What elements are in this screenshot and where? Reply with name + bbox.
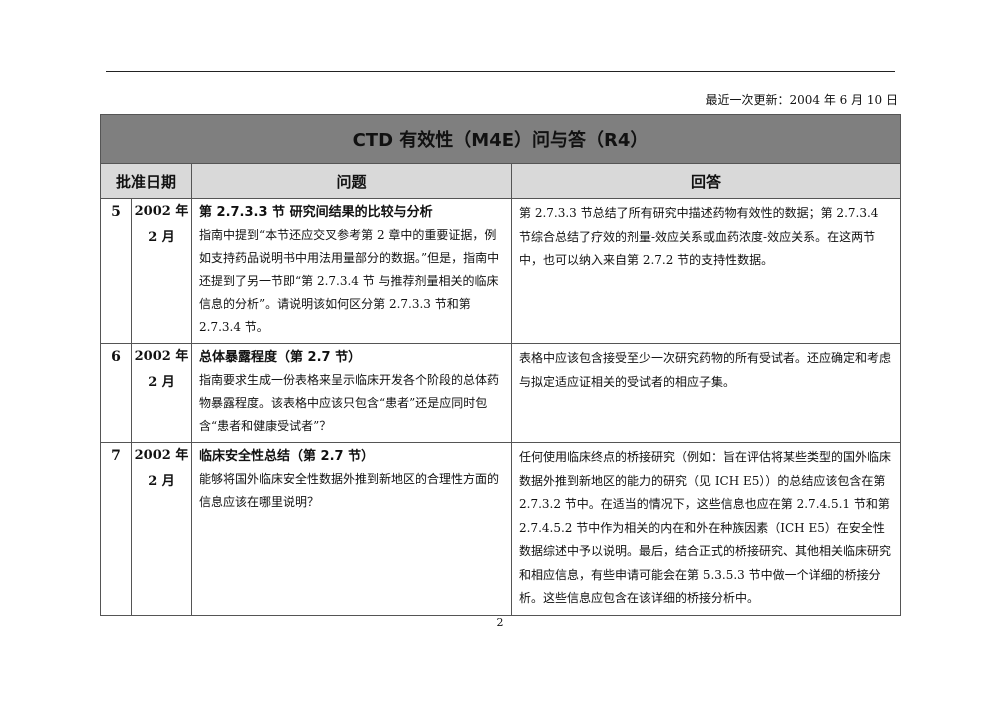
table-title-row: CTD 有效性（M4E）问与答（R4）	[100, 114, 901, 164]
approval-date: 2002 年 2 月	[131, 442, 192, 616]
question-cell: 总体暴露程度（第 2.7 节） 指南要求生成一份表格来呈示临床开发各个阶段的总体…	[191, 343, 512, 443]
approval-date-year: 2002 年	[134, 204, 189, 219]
column-header-row: 批准日期 问题 回答	[100, 163, 901, 199]
question-cell: 第 2.7.3.3 节 研究间结果的比较与分析 指南中提到“本节还应交叉参考第 …	[191, 198, 512, 344]
column-header-answer: 回答	[511, 163, 901, 199]
table-title: CTD 有效性（M4E）问与答（R4）	[100, 114, 901, 164]
approval-date: 2002 年 2 月	[131, 198, 192, 344]
approval-date-year: 2002 年	[134, 349, 189, 364]
answer-cell: 任何使用临床终点的桥接研究（例如：旨在评估将某些类型的国外临床数据外推到新地区的…	[511, 442, 901, 616]
question-body: 能够将国外临床安全性数据外推到新地区的合理性方面的信息应该在哪里说明？	[199, 472, 500, 509]
question-title: 第 2.7.3.3 节 研究间结果的比较与分析	[199, 205, 433, 220]
question-body: 指南中提到“本节还应交叉参考第 2 章中的重要证据，例如支持药品说明书中用法用量…	[199, 228, 500, 334]
question-title: 临床安全性总结（第 2.7 节）	[199, 449, 375, 464]
table-row: 7 2002 年 2 月 临床安全性总结（第 2.7 节） 能够将国外临床安全性…	[100, 442, 901, 616]
approval-date-month: 2 月	[148, 230, 175, 245]
approval-date-year: 2002 年	[134, 448, 189, 463]
approval-date-month: 2 月	[148, 375, 175, 390]
last-updated-text: 最近一次更新：2004 年 6 月 10 日	[705, 93, 898, 107]
question-title: 总体暴露程度（第 2.7 节）	[199, 350, 362, 365]
table-row: 5 2002 年 2 月 第 2.7.3.3 节 研究间结果的比较与分析 指南中…	[100, 198, 901, 344]
approval-date: 2002 年 2 月	[131, 343, 192, 443]
qa-table: CTD 有效性（M4E）问与答（R4） 批准日期 问题 回答 5 2002 年 …	[100, 114, 901, 616]
row-number: 7	[100, 442, 132, 616]
column-header-date: 批准日期	[100, 163, 192, 199]
header-rule	[106, 71, 895, 72]
approval-date-month: 2 月	[148, 474, 175, 489]
answer-cell: 第 2.7.3.3 节总结了所有研究中描述药物有效性的数据；第 2.7.3.4 …	[511, 198, 901, 344]
column-header-question: 问题	[191, 163, 512, 199]
question-cell: 临床安全性总结（第 2.7 节） 能够将国外临床安全性数据外推到新地区的合理性方…	[191, 442, 512, 616]
answer-cell: 表格中应该包含接受至少一次研究药物的所有受试者。还应确定和考虑与拟定适应证相关的…	[511, 343, 901, 443]
row-number: 5	[100, 198, 132, 344]
question-body: 指南要求生成一份表格来呈示临床开发各个阶段的总体药物暴露程度。该表格中应该只包含…	[199, 373, 500, 433]
row-number: 6	[100, 343, 132, 443]
page-number: 2	[496, 616, 504, 629]
table-row: 6 2002 年 2 月 总体暴露程度（第 2.7 节） 指南要求生成一份表格来…	[100, 343, 901, 443]
